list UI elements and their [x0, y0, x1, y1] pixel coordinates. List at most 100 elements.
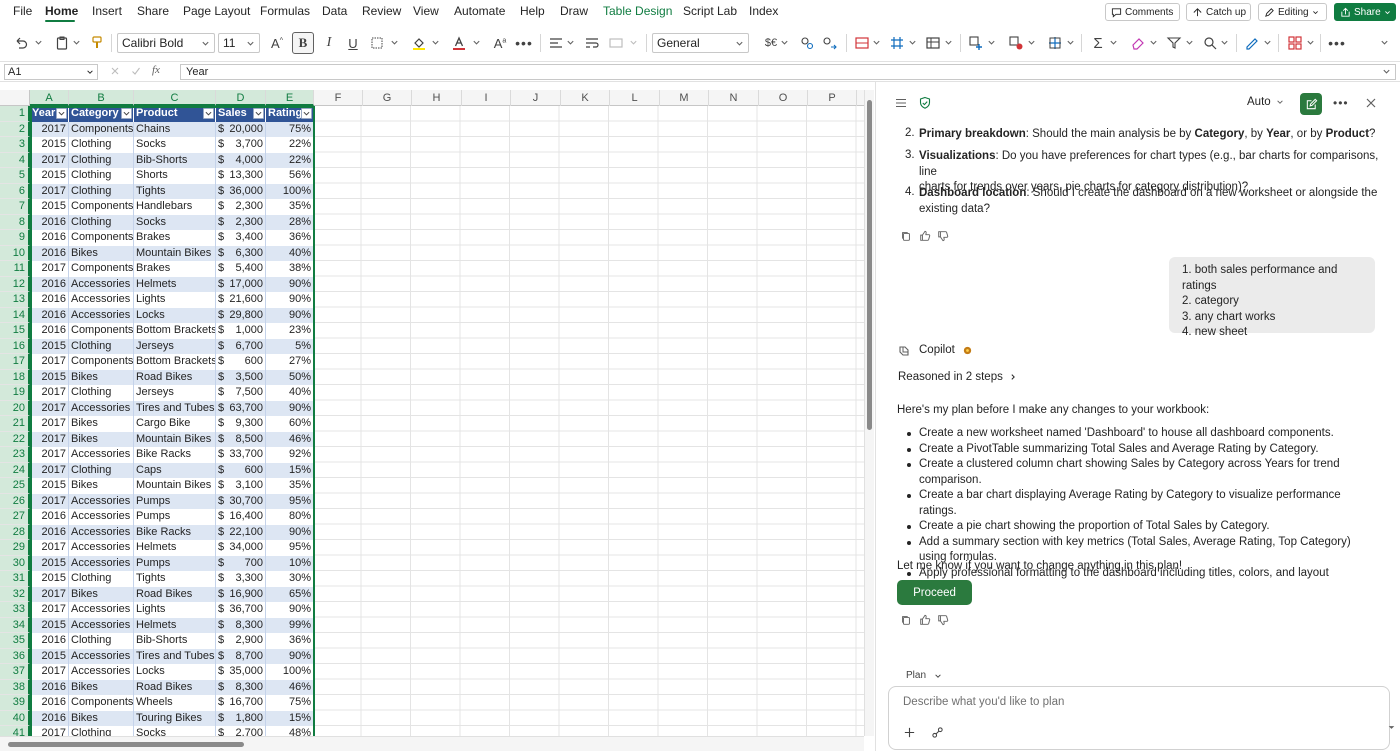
vertical-scroll-thumb[interactable]	[867, 100, 872, 430]
row-header[interactable]: 24	[0, 462, 30, 478]
sales-cell[interactable]: $8,500	[216, 431, 266, 447]
sales-cell[interactable]: $3,400	[216, 230, 266, 246]
row-header[interactable]: 26	[0, 493, 30, 509]
row-header[interactable]: 40	[0, 710, 30, 726]
column-header[interactable]: F	[314, 90, 363, 106]
year-cell[interactable]: 2016	[30, 276, 69, 292]
category-cell[interactable]: Accessories	[69, 400, 134, 416]
rating-cell[interactable]: 80%	[266, 509, 314, 525]
sales-cell[interactable]: $16,900	[216, 586, 266, 602]
menu-share[interactable]: Share	[137, 4, 169, 18]
category-cell[interactable]: Clothing	[69, 633, 134, 649]
category-cell[interactable]: Accessories	[69, 447, 134, 463]
row-header[interactable]: 34	[0, 617, 30, 633]
insert-cells-dropdown[interactable]	[908, 38, 918, 48]
rating-cell[interactable]: 90%	[266, 400, 314, 416]
product-cell[interactable]: Cargo Bike	[134, 416, 216, 432]
rating-cell[interactable]: 75%	[266, 121, 314, 137]
row-header[interactable]: 5	[0, 168, 30, 184]
more-options-icon[interactable]: •••	[1333, 96, 1349, 110]
filter-dropdown-button[interactable]	[301, 108, 312, 119]
year-cell[interactable]: 2017	[30, 447, 69, 463]
more-options-button[interactable]: •••	[1326, 32, 1348, 54]
sales-cell[interactable]: $7,500	[216, 385, 266, 401]
product-cell[interactable]: Bike Racks	[134, 447, 216, 463]
fill-color-button[interactable]	[408, 32, 430, 54]
text-effects-button[interactable]: Aa	[489, 32, 511, 54]
add-ins-dropdown[interactable]	[1306, 38, 1316, 48]
category-cell[interactable]: Accessories	[69, 664, 134, 680]
rating-cell[interactable]: 100%	[266, 183, 314, 199]
year-cell[interactable]: 2015	[30, 199, 69, 215]
year-cell[interactable]: 2017	[30, 385, 69, 401]
year-cell[interactable]: 2015	[30, 168, 69, 184]
shield-check-icon[interactable]	[918, 96, 932, 110]
sales-cell[interactable]: $20,000	[216, 121, 266, 137]
year-cell[interactable]: 2015	[30, 555, 69, 571]
sales-cell[interactable]: $30,700	[216, 493, 266, 509]
row-header[interactable]: 20	[0, 400, 30, 416]
category-cell[interactable]: Accessories	[69, 509, 134, 525]
row-header[interactable]: 19	[0, 385, 30, 401]
menu-home[interactable]: Home	[45, 4, 78, 18]
rating-cell[interactable]: 95%	[266, 540, 314, 556]
year-cell[interactable]: 2016	[30, 679, 69, 695]
sales-cell[interactable]: $63,700	[216, 400, 266, 416]
category-cell[interactable]: Bikes	[69, 679, 134, 695]
year-cell[interactable]: 2017	[30, 493, 69, 509]
year-cell[interactable]: 2015	[30, 648, 69, 664]
category-cell[interactable]: Components	[69, 323, 134, 339]
category-cell[interactable]: Bikes	[69, 710, 134, 726]
expand-formula-bar-icon[interactable]	[1382, 67, 1391, 76]
sales-cell[interactable]: $3,300	[216, 571, 266, 587]
menu-table-design[interactable]: Table Design	[603, 4, 672, 18]
year-cell[interactable]: 2017	[30, 540, 69, 556]
rating-cell[interactable]: 35%	[266, 199, 314, 215]
product-cell[interactable]: Tights	[134, 571, 216, 587]
year-cell[interactable]: 2016	[30, 710, 69, 726]
menu-view[interactable]: View	[413, 4, 439, 18]
thumbs-up-icon[interactable]	[919, 614, 931, 626]
add-attachment-icon[interactable]	[903, 726, 916, 739]
format-cells-button[interactable]	[1044, 32, 1066, 54]
rating-cell[interactable]: 38%	[266, 261, 314, 277]
formula-input[interactable]: Year	[180, 64, 1396, 80]
category-cell[interactable]: Bikes	[69, 478, 134, 494]
currency-dropdown[interactable]	[780, 38, 790, 48]
row-header[interactable]: 37	[0, 664, 30, 680]
category-cell[interactable]: Bikes	[69, 586, 134, 602]
table-styles-dropdown[interactable]	[944, 38, 954, 48]
font-color-button[interactable]	[448, 32, 470, 54]
sales-cell[interactable]: $700	[216, 555, 266, 571]
editing-mode-button[interactable]: Editing	[1258, 3, 1327, 21]
year-cell[interactable]: 2017	[30, 586, 69, 602]
sensitivity-button[interactable]	[1241, 32, 1263, 54]
sales-cell[interactable]: $5,400	[216, 261, 266, 277]
borders-dropdown[interactable]	[390, 38, 400, 48]
decimal-button[interactable]	[819, 32, 841, 54]
menu-draw[interactable]: Draw	[560, 4, 588, 18]
sales-cell[interactable]: $4,000	[216, 152, 266, 168]
thumbs-up-icon[interactable]	[919, 230, 931, 242]
rating-cell[interactable]: 90%	[266, 648, 314, 664]
product-cell[interactable]: Bib-Shorts	[134, 633, 216, 649]
number-format-options-button[interactable]	[796, 32, 818, 54]
rating-cell[interactable]: 23%	[266, 323, 314, 339]
row-header[interactable]: 25	[0, 478, 30, 494]
sales-cell[interactable]: $35,000	[216, 664, 266, 680]
category-cell[interactable]: Accessories	[69, 493, 134, 509]
category-cell[interactable]: Accessories	[69, 292, 134, 308]
paste-dropdown[interactable]	[72, 38, 82, 48]
rating-cell[interactable]: 65%	[266, 586, 314, 602]
row-header[interactable]: 38	[0, 679, 30, 695]
product-cell[interactable]: Tires and Tubes	[134, 400, 216, 416]
category-cell[interactable]: Clothing	[69, 137, 134, 153]
add-ins-button[interactable]	[1284, 32, 1306, 54]
row-header[interactable]: 8	[0, 214, 30, 230]
column-header[interactable]: C	[134, 90, 216, 106]
column-header[interactable]: I	[462, 90, 511, 106]
wrap-text-button[interactable]	[581, 32, 603, 54]
product-cell[interactable]: Wheels	[134, 695, 216, 711]
category-cell[interactable]: Clothing	[69, 214, 134, 230]
product-cell[interactable]: Socks	[134, 214, 216, 230]
